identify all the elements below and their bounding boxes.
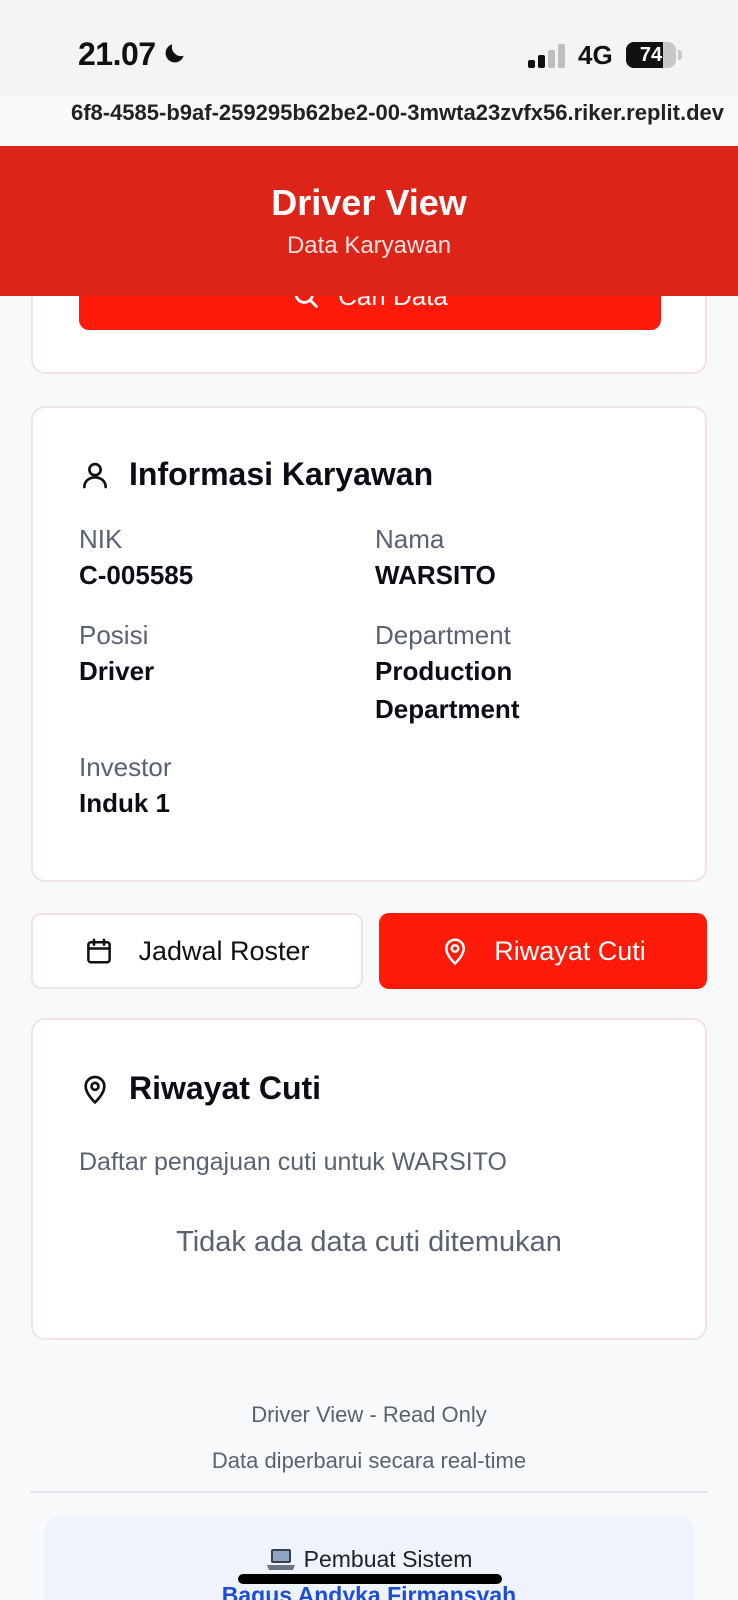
creator-label-row: Pembuat Sistem [44, 1546, 694, 1573]
status-time: 21.07 [78, 36, 156, 72]
creator-label: Pembuat Sistem [303, 1546, 473, 1572]
department-label: Department [375, 620, 511, 650]
department-value-line2: Department [375, 694, 520, 724]
employee-info-title: Informasi Karyawan [129, 456, 434, 492]
cellular-signal-icon [528, 44, 565, 68]
creator-name-link[interactable]: Bagus Andyka Firmansyah [44, 1582, 694, 1600]
status-bar: 21.07 4G 74 6f8-4585-b9af-259295b62be2-0… [0, 0, 738, 125]
footer-mode-text: Driver View - Read Only [251, 1402, 487, 1427]
battery-tip [678, 50, 682, 60]
employee-info-card: Informasi Karyawan NIK C-005585 Nama WAR… [31, 406, 707, 882]
network-type: 4G [578, 40, 613, 70]
posisi-label: Posisi [79, 620, 149, 650]
leave-history-card: Riwayat Cuti Daftar pengajuan cuti untuk… [31, 1018, 707, 1340]
posisi-value: Driver [79, 656, 155, 686]
tab-jadwal-roster[interactable]: Jadwal Roster [31, 913, 363, 989]
tab-jadwal-roster-label: Jadwal Roster [138, 935, 310, 966]
employee-info-heading: Informasi Karyawan [79, 456, 433, 493]
footer-update-text: Data diperbarui secara real-time [211, 1448, 527, 1473]
battery-icon: 74 [626, 42, 676, 68]
page-subtitle: Data Karyawan [286, 232, 452, 259]
battery-percent: 74 [639, 44, 663, 66]
investor-value: Induk 1 [79, 788, 171, 818]
investor-label: Investor [79, 752, 172, 782]
leave-history-title: Riwayat Cuti [129, 1070, 322, 1106]
app-header: Driver View Data Karyawan [0, 146, 738, 296]
user-icon [83, 462, 107, 488]
nik-value: C-005585 [79, 560, 194, 590]
page-title: Driver View [271, 182, 467, 223]
leave-history-description: Daftar pengajuan cuti untuk WARSITO [79, 1148, 507, 1176]
map-pin-icon [84, 1075, 106, 1104]
creator-box: Pembuat Sistem Bagus Andyka Firmansyah [44, 1516, 694, 1600]
nik-label: NIK [79, 524, 123, 554]
leave-history-heading: Riwayat Cuti [79, 1070, 321, 1107]
leave-empty-message: Tidak ada data cuti ditemukan [176, 1226, 562, 1258]
calendar-icon [87, 938, 112, 964]
laptop-icon [266, 1548, 295, 1570]
map-pin-icon [445, 938, 466, 966]
tab-riwayat-cuti-label: Riwayat Cuti [494, 935, 646, 966]
department-value-line1: Production [375, 656, 513, 686]
moon-icon [165, 44, 184, 63]
url-bar[interactable]: 6f8-4585-b9af-259295b62be2-00-3mwta23zvf… [0, 100, 738, 140]
home-indicator [238, 1574, 502, 1584]
nama-label: Nama [375, 524, 445, 554]
nama-value: WARSITO [375, 560, 496, 590]
footer-divider [30, 1491, 708, 1493]
tab-riwayat-cuti[interactable]: Riwayat Cuti [379, 913, 707, 989]
